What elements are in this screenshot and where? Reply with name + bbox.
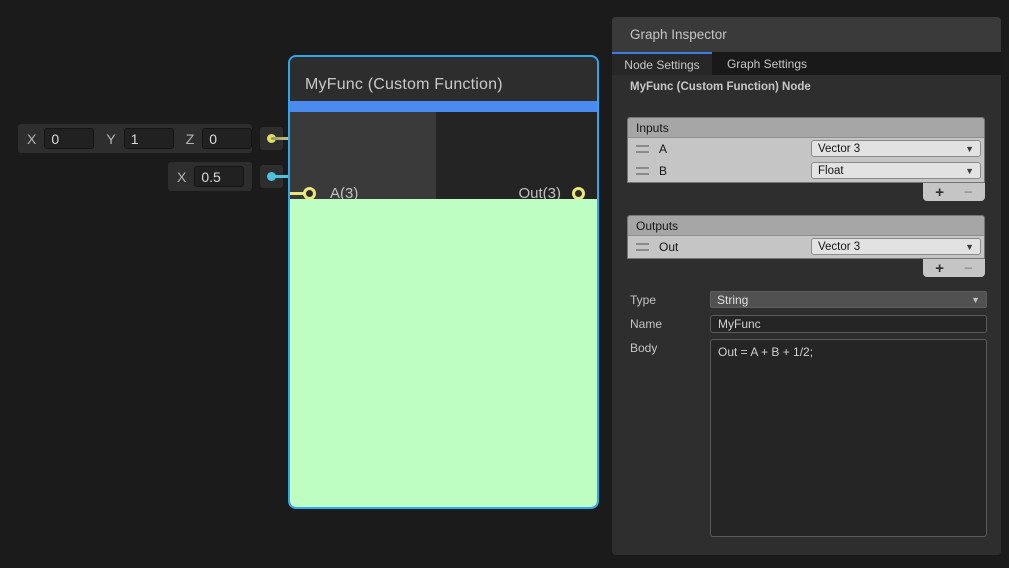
node-title: MyFunc (Custom Function) (290, 64, 503, 94)
vector3-value-widget: X Y Z (18, 124, 252, 153)
add-output-button[interactable]: + (935, 261, 944, 276)
graph-inspector-titlebar[interactable]: Graph Inspector (612, 17, 1001, 52)
name-field[interactable] (710, 315, 987, 333)
dropdown-value: String (717, 293, 748, 307)
outputs-list-footer: + − (923, 259, 985, 277)
inspector-tabbar: Node Settings Graph Settings (612, 52, 1001, 75)
chevron-down-icon: ▼ (965, 242, 974, 252)
body-textarea[interactable]: Out = A + B + 1/2; (710, 339, 987, 537)
inputs-list-footer: + − (923, 183, 985, 201)
output-out-type-dropdown[interactable]: Vector 3 ▼ (811, 238, 981, 255)
node-port-area: A(3) B(1) Out(3) (290, 112, 597, 199)
type-dropdown[interactable]: String ▼ (710, 291, 987, 308)
inspected-node-heading: MyFunc (Custom Function) Node (630, 81, 811, 93)
tab-graph-settings[interactable]: Graph Settings (712, 52, 822, 75)
float-value-widget: X (168, 162, 252, 191)
edge-stub-a (290, 192, 304, 195)
tab-node-settings[interactable]: Node Settings (612, 52, 712, 75)
input-row-name: A (659, 142, 667, 156)
inputs-list-header: Inputs (628, 118, 984, 138)
axis-label-y: Y (106, 131, 115, 147)
table-row[interactable]: B Float ▼ (628, 160, 984, 182)
custom-function-node[interactable]: MyFunc (Custom Function) A(3) B(1) Out(3… (288, 55, 599, 509)
output-row-name: Out (659, 240, 678, 254)
input-a-type-dropdown[interactable]: Vector 3 ▼ (811, 140, 981, 157)
name-label: Name (630, 317, 662, 331)
vector3-y-input[interactable] (124, 128, 174, 149)
node-preview-area (290, 199, 597, 507)
axis-label-x: X (27, 131, 36, 147)
node-input-port-section (290, 112, 436, 199)
type-label: Type (630, 293, 656, 307)
graph-inspector-title: Graph Inspector (612, 27, 727, 42)
table-row[interactable]: A Vector 3 ▼ (628, 138, 984, 160)
body-label: Body (630, 341, 657, 355)
add-input-button[interactable]: + (935, 185, 944, 200)
outputs-list-header: Outputs (628, 216, 984, 236)
input-row-name: B (659, 164, 667, 178)
drag-handle-icon[interactable] (636, 167, 649, 175)
graph-inspector-panel: Graph Inspector Node Settings Graph Sett… (612, 17, 1001, 555)
drag-handle-icon[interactable] (636, 243, 649, 251)
chevron-down-icon: ▼ (971, 295, 980, 305)
dropdown-value: Vector 3 (818, 143, 860, 155)
drag-handle-icon[interactable] (636, 145, 649, 153)
remove-input-button[interactable]: − (964, 185, 973, 200)
remove-output-button[interactable]: − (964, 261, 973, 276)
dropdown-value: Vector 3 (818, 241, 860, 253)
input-b-type-dropdown[interactable]: Float ▼ (811, 162, 981, 179)
dropdown-value: Float (818, 165, 844, 177)
table-row[interactable]: Out Vector 3 ▼ (628, 236, 984, 258)
float-x-input[interactable] (194, 166, 244, 187)
axis-label-z: Z (186, 131, 195, 147)
vector3-z-input[interactable] (202, 128, 252, 149)
inputs-list: Inputs A Vector 3 ▼ B Float ▼ (627, 117, 985, 183)
vector3-x-input[interactable] (44, 128, 94, 149)
chevron-down-icon: ▼ (965, 144, 974, 154)
node-title-color-bar (290, 101, 597, 112)
shader-graph-canvas[interactable]: X Y Z X MyFunc (Custom Function) (0, 0, 1009, 568)
node-output-port-section (436, 112, 597, 199)
chevron-down-icon: ▼ (965, 166, 974, 176)
axis-label-x: X (177, 169, 186, 185)
outputs-list: Outputs Out Vector 3 ▼ (627, 215, 985, 259)
node-header[interactable]: MyFunc (Custom Function) (290, 57, 597, 101)
